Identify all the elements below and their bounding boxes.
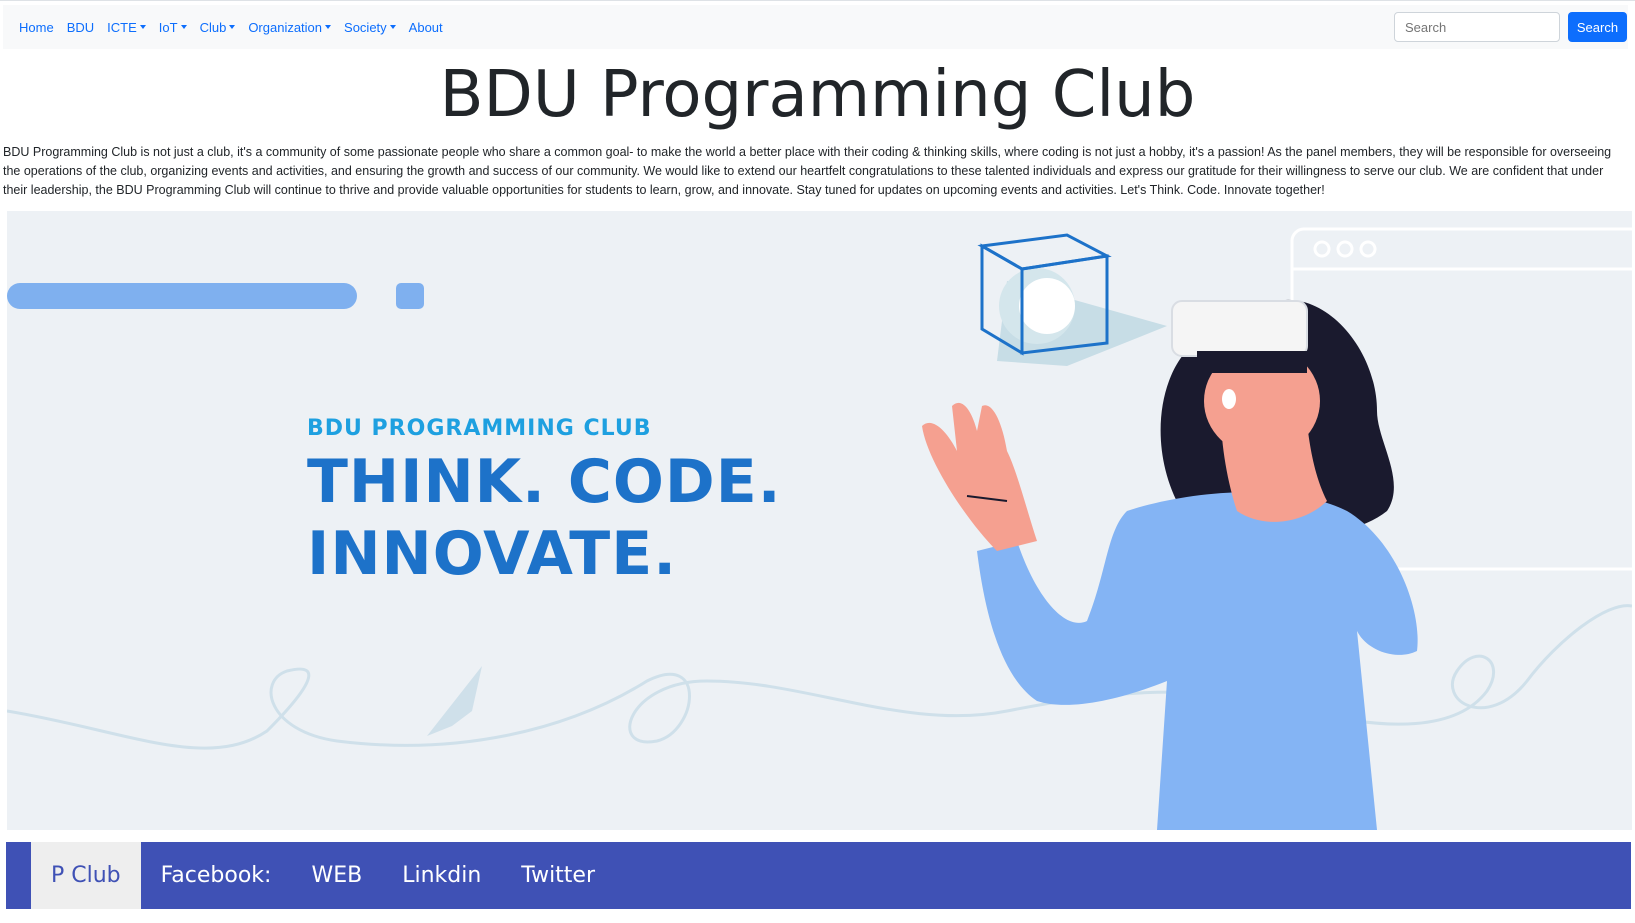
nav-item-label: IoT (158, 19, 178, 35)
hero-headline-line1: THINK. CODE. (307, 447, 782, 517)
hero-illustration (7, 227, 1632, 830)
footer-item-facebook[interactable]: Facebook: (141, 842, 292, 909)
footer-item-pclub[interactable]: P Club (31, 842, 141, 909)
nav-item-label: Organization (248, 19, 323, 35)
search-input[interactable] (1394, 12, 1560, 42)
footer-item-web[interactable]: WEB (291, 842, 382, 909)
nav-item-icte[interactable]: ICTE (107, 20, 146, 35)
nav-links: Home BDU ICTE IoT Club Organization Soci… (19, 20, 456, 35)
deco-square (396, 283, 424, 309)
nav-item-label: Society (344, 19, 387, 35)
hero-headline: THINK. CODE. INNOVATE. (307, 446, 781, 590)
nav-item-home[interactable]: Home (19, 20, 54, 35)
nav-item-label: Club (199, 19, 227, 35)
hero-banner: BDU PROGRAMMING CLUB THINK. CODE. INNOVA… (7, 211, 1632, 830)
nav-item-organization[interactable]: Organization (248, 19, 332, 35)
footer-nav: P Club Facebook: WEB Linkdin Twitter (31, 842, 615, 909)
nav-item-society[interactable]: Society (344, 20, 396, 35)
caret-down-icon (229, 25, 236, 29)
top-navbar: Home BDU ICTE IoT Club Organization Soci… (3, 5, 1628, 49)
search-button[interactable]: Search (1568, 12, 1627, 42)
nav-item-bdu[interactable]: BDU (67, 20, 94, 35)
footer-item-twitter[interactable]: Twitter (501, 842, 615, 909)
intro-paragraph: BDU Programming Club is not just a club,… (3, 145, 1612, 197)
nav-item-label: ICTE (107, 19, 137, 35)
nav-item-label: BDU (66, 19, 95, 35)
caret-down-icon (325, 25, 332, 29)
page-title: BDU Programming Club (439, 58, 1196, 132)
caret-down-icon (389, 25, 396, 29)
hero-subtitle: BDU PROGRAMMING CLUB (307, 416, 652, 441)
hero-headline-line2: INNOVATE. (307, 519, 677, 589)
caret-down-icon (180, 25, 187, 29)
nav-item-club[interactable]: Club (200, 20, 236, 35)
footer-item-linkdin[interactable]: Linkdin (382, 842, 501, 909)
nav-item-label: Home (19, 19, 54, 35)
nav-item-about[interactable]: About (409, 20, 443, 35)
nav-item-iot[interactable]: IoT (159, 20, 187, 35)
footer-nav-bar: P Club Facebook: WEB Linkdin Twitter (6, 842, 1631, 909)
nav-item-label: About (408, 19, 443, 35)
caret-down-icon (139, 25, 146, 29)
deco-bar (7, 283, 357, 309)
